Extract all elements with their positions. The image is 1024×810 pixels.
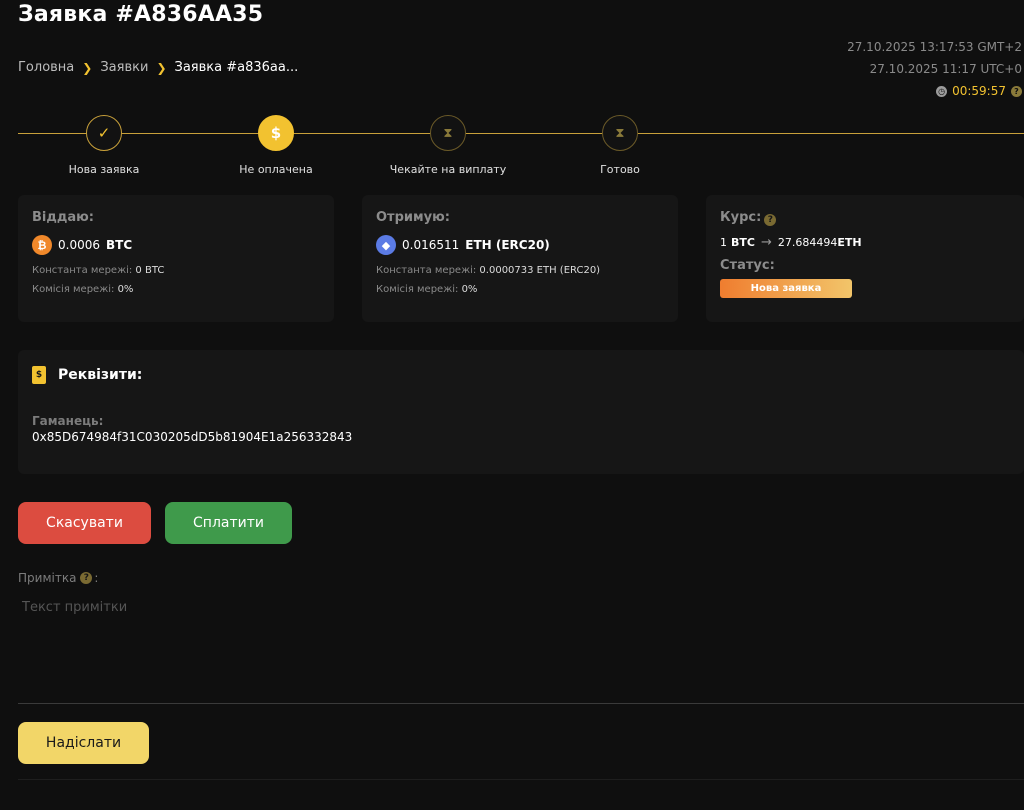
step-label: Чекайте на виплату xyxy=(389,163,507,176)
receive-currency: ETH (ERC20) xyxy=(465,238,550,252)
timer-value: 00:59:57 xyxy=(952,84,1006,98)
help-icon[interactable]: ? xyxy=(80,572,93,584)
utc-time: 27.10.2025 11:17 UTC+0 xyxy=(869,61,1022,76)
breadcrumb: Головна ❯ Заявки ❯ Заявка #a836aa... xyxy=(18,60,298,75)
requisites-heading: Реквізити: xyxy=(58,367,143,383)
give-amount: ₿ 0.0006 BTC xyxy=(32,235,320,255)
give-network-fee: Комісія мережі: 0% xyxy=(32,284,134,295)
wallet-address[interactable]: 0x85D674984f31C030205dD5b81904E1a2563328… xyxy=(32,430,1010,444)
dollar-icon: $ xyxy=(258,115,294,151)
hourglass-icon: ⧗ xyxy=(602,115,638,151)
chevron-right-icon: ❯ xyxy=(156,60,167,75)
receive-card: Отримую: ◆ 0.016511 ETH (ERC20) Констант… xyxy=(362,195,678,322)
requisites-card: $ Реквізити: Гаманець: 0x85D674984f31C03… xyxy=(18,350,1024,474)
receive-amount: ◆ 0.016511 ETH (ERC20) xyxy=(376,235,664,255)
receive-heading: Отримую: xyxy=(376,210,450,225)
give-amount-value: 0.0006 xyxy=(58,238,100,252)
time-info: 27.10.2025 13:17:53 GMT+2 27.10.2025 11:… xyxy=(847,37,1022,103)
note-label: Примітка ?: xyxy=(18,571,99,585)
exchange-rate: 1 BTC → 27.684494ETH xyxy=(720,235,862,250)
receive-amount-value: 0.016511 xyxy=(402,238,460,252)
help-icon[interactable]: ? xyxy=(1011,86,1022,98)
breadcrumb-current: Заявка #a836aa... xyxy=(174,60,299,75)
cancel-button[interactable]: Скасувати xyxy=(18,502,151,544)
note-textarea[interactable] xyxy=(18,596,1024,704)
step-not-paid: $ Не оплачена xyxy=(206,115,346,176)
step-label: Не оплачена xyxy=(239,163,313,176)
receive-network-fee: Комісія мережі: 0% xyxy=(376,284,478,295)
rate-card: Курс:? 1 BTC → 27.684494ETH Статус: Нова… xyxy=(706,195,1024,322)
order-progress-stepper: ✓ Нова заявка $ Не оплачена ⧗ Чекайте на… xyxy=(0,115,1024,185)
requisites-header: $ Реквізити: xyxy=(32,366,1010,384)
arrow-right-icon: → xyxy=(760,235,772,250)
clock-icon: ◷ xyxy=(936,86,948,98)
step-label: Нова заявка xyxy=(68,163,140,176)
rate-heading: Курс:? xyxy=(720,210,1010,226)
ethereum-icon: ◆ xyxy=(376,235,396,255)
receive-network-const: Константа мережі: 0.0000733 ETH (ERC20) xyxy=(376,265,601,276)
divider xyxy=(18,779,1024,780)
status-badge: Нова заявка xyxy=(720,279,852,298)
help-icon[interactable]: ? xyxy=(764,214,777,226)
breadcrumb-orders-link[interactable]: Заявки xyxy=(100,60,148,75)
local-time: 27.10.2025 13:17:53 GMT+2 xyxy=(847,40,1022,54)
step-wait-payout: ⧗ Чекайте на виплату xyxy=(378,115,518,176)
check-icon: ✓ xyxy=(86,115,122,151)
chevron-right-icon: ❯ xyxy=(82,60,93,75)
hourglass-icon: ⧗ xyxy=(430,115,466,151)
pay-button[interactable]: Сплатити xyxy=(165,502,292,544)
step-done: ⧗ Готово xyxy=(550,115,690,176)
send-button[interactable]: Надіслати xyxy=(18,722,149,764)
step-label: Готово xyxy=(600,163,640,176)
bitcoin-icon: ₿ xyxy=(32,235,52,255)
give-currency: BTC xyxy=(106,238,133,252)
countdown-timer: ◷ 00:59:57 ? xyxy=(936,81,1022,103)
step-new-order: ✓ Нова заявка xyxy=(34,115,174,176)
give-network-const: Константа мережі: 0 BTC xyxy=(32,265,165,276)
give-card: Віддаю: ₿ 0.0006 BTC Константа мережі: 0… xyxy=(18,195,334,322)
wallet-label: Гаманець: xyxy=(32,414,104,428)
give-heading: Віддаю: xyxy=(32,210,94,225)
status-heading: Статус: xyxy=(720,258,775,273)
breadcrumb-home-link[interactable]: Головна xyxy=(18,60,74,75)
document-icon: $ xyxy=(32,366,46,384)
page-title: Заявка #A836AA35 xyxy=(18,2,264,27)
